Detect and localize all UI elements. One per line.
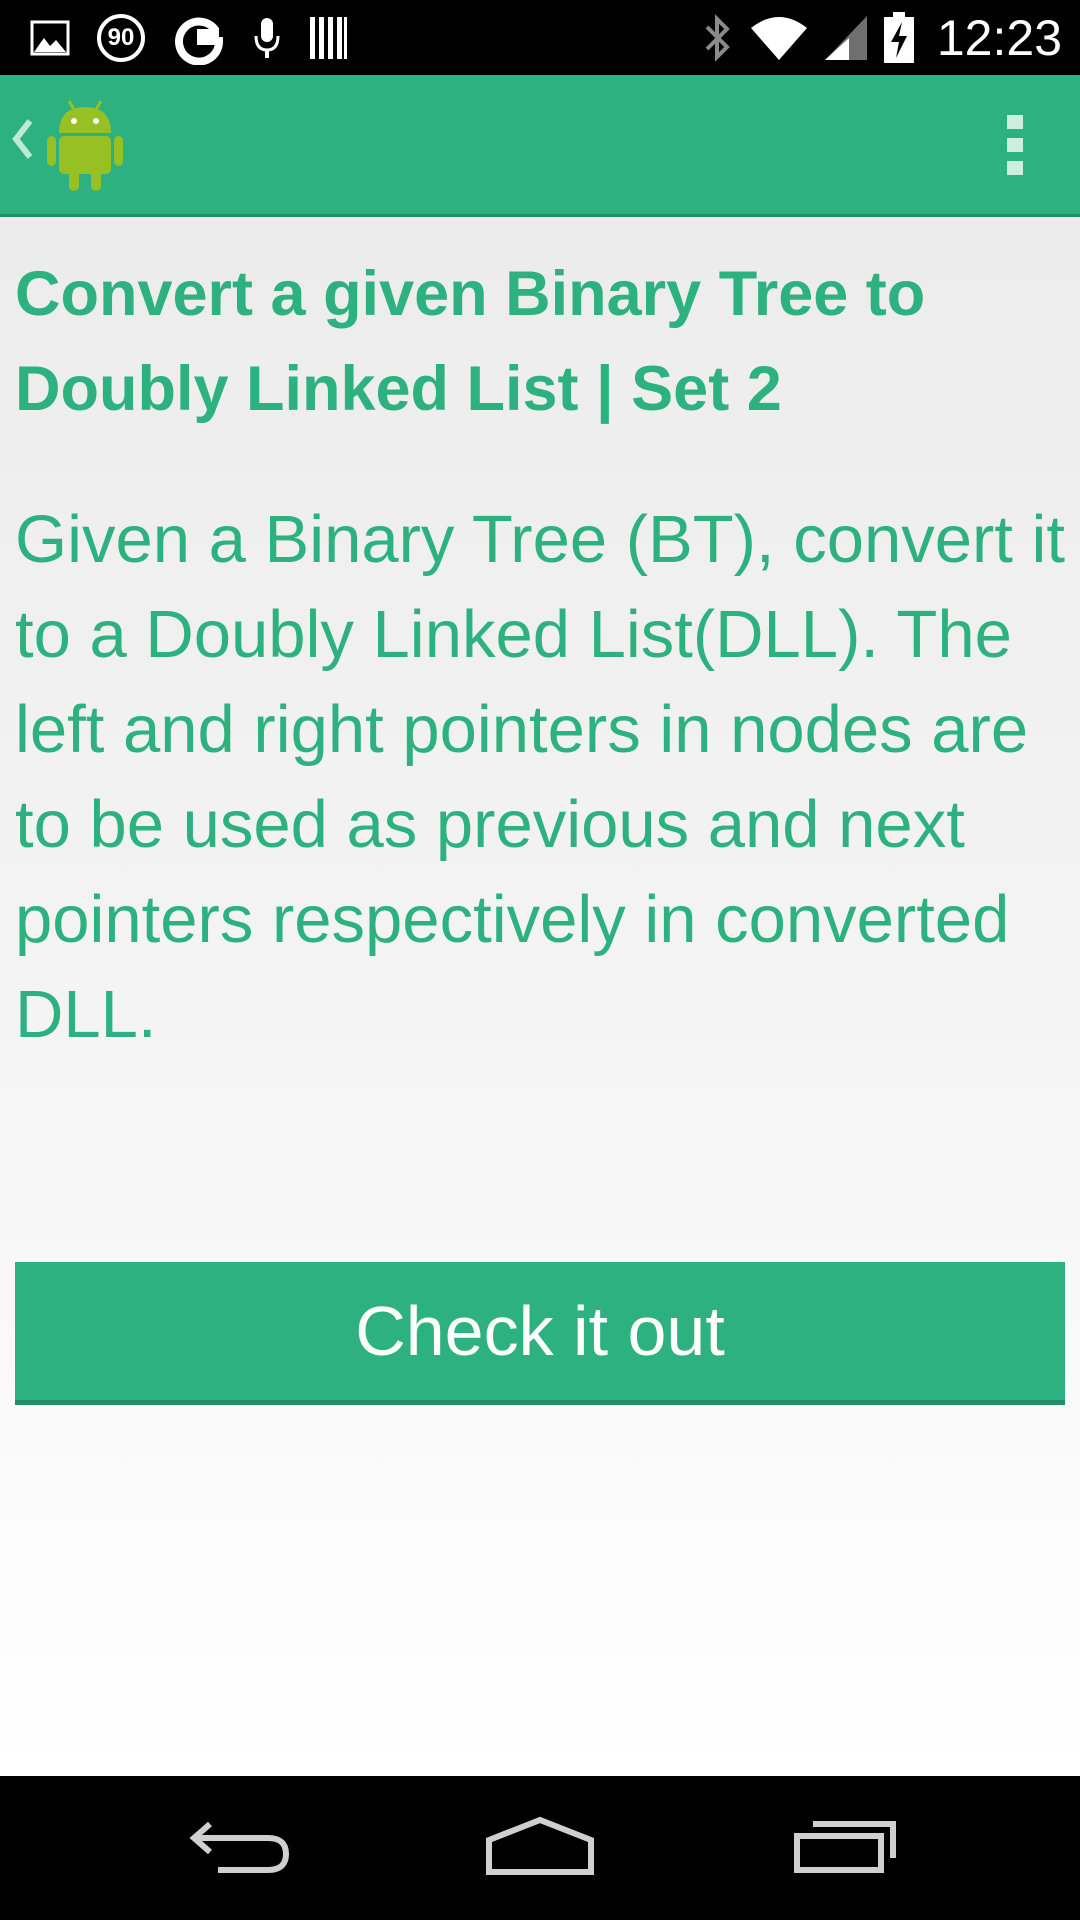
wifi-icon xyxy=(749,14,809,62)
battery-charging-icon xyxy=(883,11,915,64)
system-status-icons: 12:23 xyxy=(701,0,1062,75)
barcode-icon xyxy=(308,15,348,61)
check-it-out-button[interactable]: Check it out xyxy=(15,1262,1065,1405)
status-bar: 90 12:23 xyxy=(0,0,1080,75)
bluetooth-icon xyxy=(701,13,735,63)
article-title: Convert a given Binary Tree to Doubly Li… xyxy=(15,259,926,424)
clock: 12:23 xyxy=(936,9,1062,66)
home-button[interactable] xyxy=(430,1776,650,1920)
overflow-menu-icon[interactable] xyxy=(980,75,1050,214)
android-robot-icon xyxy=(45,97,125,198)
microphone-icon xyxy=(252,16,282,60)
cell-signal-icon xyxy=(823,14,869,62)
recent-apps-button[interactable] xyxy=(735,1776,955,1920)
badge-90-icon: 90 xyxy=(96,13,146,63)
article-description: Given a Binary Tree (BT), convert it to … xyxy=(15,502,1066,1052)
navigation-bar xyxy=(0,1776,1080,1920)
back-button[interactable] xyxy=(130,1776,350,1920)
recent-apps-icon xyxy=(793,1818,897,1879)
notification-icons: 90 xyxy=(30,0,348,75)
back-icon xyxy=(188,1818,292,1879)
content-area: Convert a given Binary Tree to Doubly Li… xyxy=(0,217,1080,1776)
action-bar xyxy=(0,75,1080,217)
chevron-left-icon xyxy=(10,117,36,173)
home-icon xyxy=(484,1816,596,1881)
badge-90-text: 90 xyxy=(107,23,135,51)
gallery-icon xyxy=(30,20,70,56)
google-icon xyxy=(172,11,226,65)
